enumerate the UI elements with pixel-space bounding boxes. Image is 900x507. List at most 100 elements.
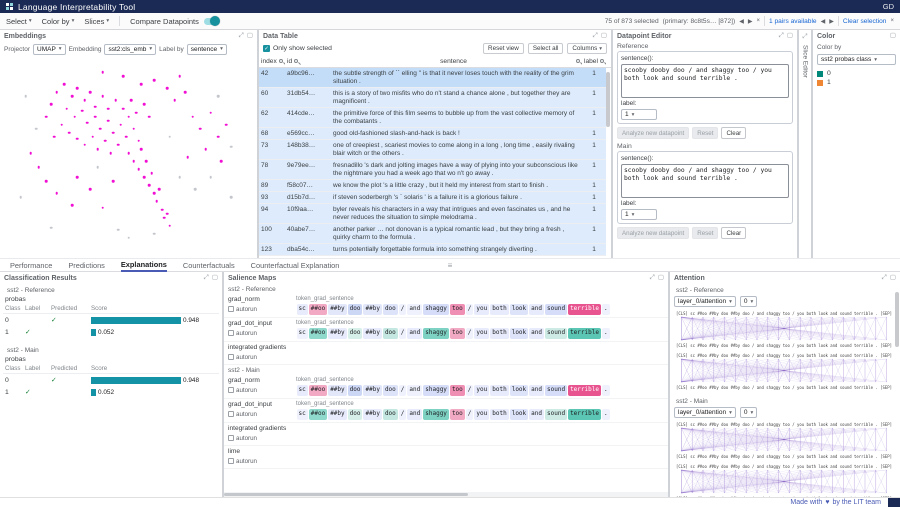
token-chip[interactable]: look [510, 409, 528, 420]
scatter-point[interactable] [66, 107, 69, 110]
tabbar-drag-handle-icon[interactable]: ≡ [448, 261, 453, 270]
reset-button[interactable]: Reset [692, 227, 718, 239]
token-chip[interactable]: too [450, 385, 465, 396]
attention-plot[interactable]: [CLS] sc ##oo ##by doo ##by doo / and sh… [673, 309, 895, 349]
scatter-point[interactable] [89, 188, 92, 191]
slices-menu[interactable]: Slices▾ [84, 17, 109, 26]
scatter-point[interactable] [153, 192, 156, 195]
token-chip[interactable]: . [602, 304, 610, 315]
scatter-point[interactable] [217, 136, 220, 139]
token-chip[interactable]: too [450, 328, 465, 339]
token-chip[interactable]: doo [383, 328, 398, 339]
token-chip[interactable]: you [474, 409, 489, 420]
token-chip[interactable]: / [399, 304, 407, 315]
scatter-point[interactable] [119, 123, 122, 126]
token-chip[interactable]: ##by [328, 328, 346, 339]
scatter-point[interactable] [55, 192, 58, 195]
scatter-point[interactable] [76, 176, 79, 179]
scatter-point[interactable] [68, 131, 71, 134]
token-chip[interactable]: ##by [328, 385, 346, 396]
table-row[interactable]: 42a9bc96…the subtle strength of `` ellin… [259, 68, 606, 88]
scatter-point[interactable] [122, 107, 125, 110]
scatter-point[interactable] [230, 196, 233, 199]
scatter-point[interactable] [194, 188, 197, 191]
scatter-point[interactable] [45, 180, 48, 183]
scatter-point[interactable] [104, 140, 107, 143]
token-chip[interactable]: you [474, 328, 489, 339]
token-chip[interactable]: doo [383, 304, 398, 315]
popout-icon[interactable]: ⤢ [593, 33, 598, 40]
scatter-point[interactable] [130, 99, 133, 102]
token-chip[interactable]: / [466, 385, 474, 396]
scatter-point[interactable] [60, 123, 63, 126]
scatter-point[interactable] [112, 180, 115, 183]
analyze-new-datapoint-button[interactable]: Analyze new datapoint [617, 127, 689, 139]
scatter-point[interactable] [76, 138, 79, 141]
token-chip[interactable]: . [602, 328, 610, 339]
layer-select[interactable]: layer_0/attention▾ [674, 407, 736, 418]
scatter-point[interactable] [53, 136, 56, 139]
scatter-point[interactable] [96, 166, 99, 169]
scatter-point[interactable] [63, 83, 66, 86]
token-chip[interactable]: doo [348, 385, 363, 396]
autorun-checkbox[interactable]: autorun [228, 306, 257, 313]
scatter-point[interactable] [96, 148, 99, 151]
token-chip[interactable]: both [490, 328, 508, 339]
token-chip[interactable]: and [407, 409, 422, 420]
expand-icon[interactable]: ⤢ [802, 34, 807, 41]
color-by-select[interactable]: sst2 probas class▾ [817, 54, 896, 65]
token-chip[interactable]: / [399, 409, 407, 420]
token-chip[interactable]: / [466, 409, 474, 420]
prev-pair-icon[interactable]: ◀ [821, 18, 826, 25]
slice-editor-collapsed[interactable]: ⤢ Slice Editor [799, 30, 811, 258]
scatter-point[interactable] [143, 103, 146, 106]
scatter-point[interactable] [35, 127, 38, 130]
token-chip[interactable]: you [474, 304, 489, 315]
search-icon[interactable] [576, 59, 580, 63]
scatter-point[interactable] [225, 123, 228, 126]
popout-icon[interactable]: ⤢ [239, 33, 244, 40]
token-chip[interactable]: terrible [568, 409, 601, 420]
scatter-point[interactable] [204, 148, 207, 151]
scatter-point[interactable] [102, 95, 105, 98]
search-icon[interactable] [294, 59, 298, 63]
label-select[interactable]: 1▾ [621, 209, 657, 220]
scatter-point[interactable] [153, 232, 156, 235]
color-by-menu[interactable]: Color by▾ [42, 17, 75, 26]
token-chip[interactable]: ##by [363, 385, 381, 396]
token-chip[interactable]: / [466, 328, 474, 339]
scatter-point[interactable] [45, 115, 48, 118]
label-select[interactable]: 1▾ [621, 109, 657, 120]
token-chip[interactable]: ##oo [309, 328, 327, 339]
tab-counterfactual-explanation[interactable]: Counterfactual Explanation [251, 258, 340, 272]
salience-scrollbar[interactable] [224, 492, 668, 497]
clear-selection-button[interactable]: Clear selection [843, 18, 887, 25]
scatter-point[interactable] [158, 188, 161, 191]
autorun-checkbox[interactable]: autorun [228, 330, 257, 337]
scatter-point[interactable] [153, 79, 156, 82]
next-pair-icon[interactable]: ▶ [829, 18, 834, 25]
scatter-point[interactable] [184, 91, 187, 94]
compare-datapoints-toggle[interactable]: Compare Datapoints [130, 17, 219, 26]
token-chip[interactable]: shaggy [423, 304, 449, 315]
maximize-icon[interactable]: ▢ [787, 33, 793, 40]
head-select[interactable]: 0▾ [740, 407, 757, 418]
scatter-point[interactable] [127, 152, 130, 155]
scatter-point[interactable] [55, 91, 58, 94]
next-datapoint-icon[interactable]: ▶ [748, 18, 753, 25]
token-chip[interactable]: sc [297, 409, 308, 420]
token-chip[interactable]: terrible [568, 328, 601, 339]
token-chip[interactable]: and [407, 328, 422, 339]
scatter-point[interactable] [107, 107, 110, 110]
token-chip[interactable]: sound [545, 385, 567, 396]
maximize-icon[interactable]: ▢ [890, 275, 896, 282]
token-chip[interactable]: doo [348, 328, 363, 339]
analyze-new-datapoint-button[interactable]: Analyze new datapoint [617, 227, 689, 239]
scatter-point[interactable] [71, 204, 74, 207]
popout-icon[interactable]: ⤢ [650, 275, 655, 282]
scatter-point[interactable] [109, 152, 112, 155]
scatter-point[interactable] [220, 160, 223, 163]
scatter-point[interactable] [173, 99, 176, 102]
popout-icon[interactable]: ⤢ [882, 275, 887, 282]
scatter-point[interactable] [73, 115, 76, 118]
